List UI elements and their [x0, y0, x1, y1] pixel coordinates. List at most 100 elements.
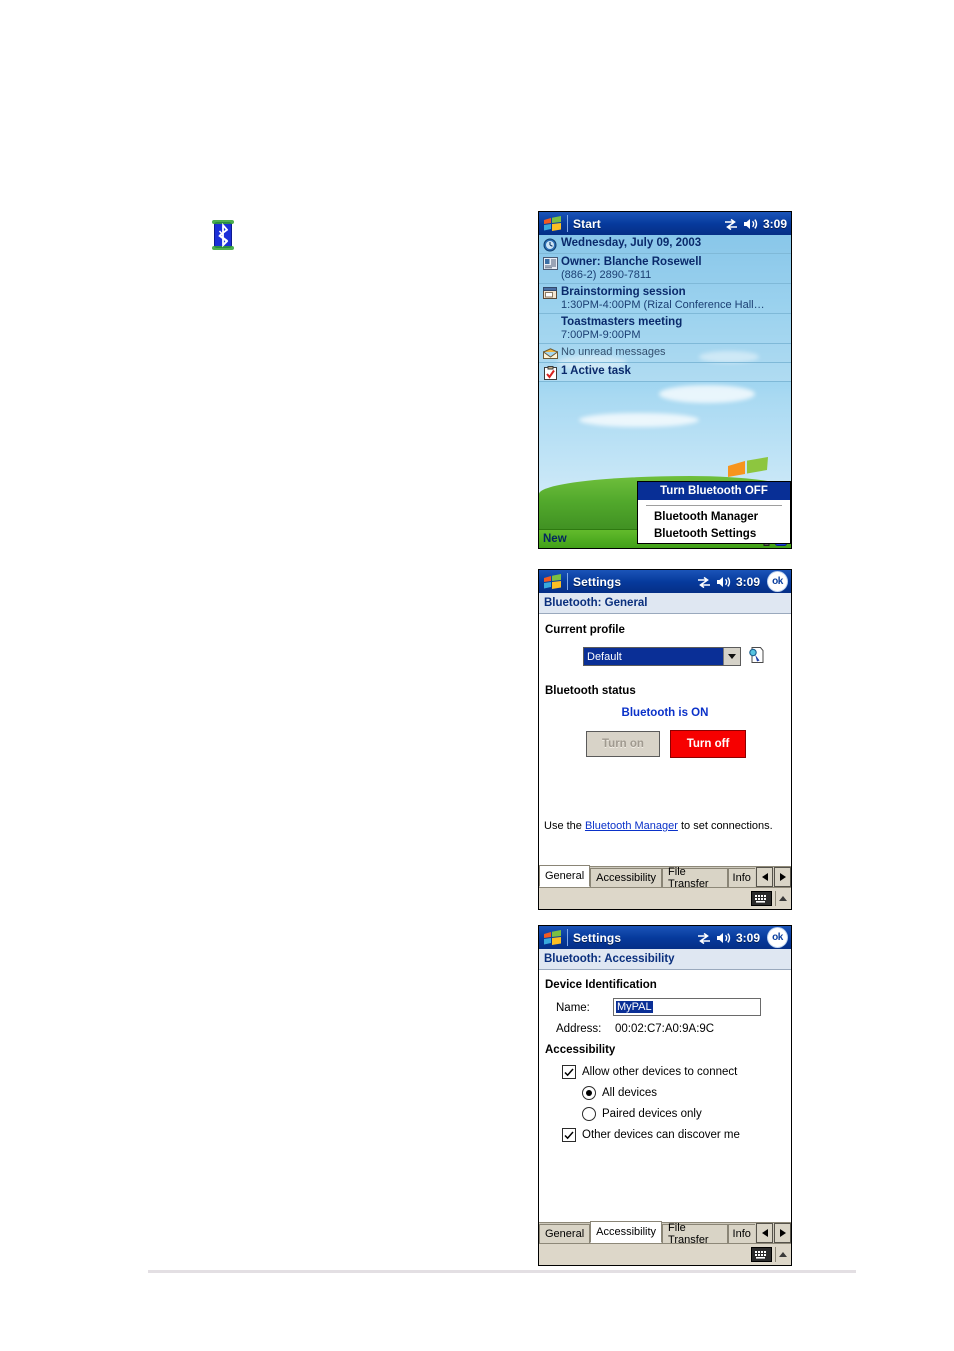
ok-button[interactable]: ok	[768, 572, 787, 591]
keyboard-icon[interactable]	[751, 1247, 772, 1262]
keyboard-icon[interactable]	[751, 891, 772, 906]
chevron-down-icon[interactable]	[723, 648, 740, 665]
owner-name: Owner: Blanche Rosewell	[561, 256, 702, 268]
titlebar-separator	[567, 215, 568, 232]
tab-info[interactable]: Info	[727, 868, 756, 887]
bluetooth-manager-link[interactable]: Bluetooth Manager	[585, 820, 678, 832]
titlebar-separator	[567, 573, 568, 590]
accessibility-tabstrip: General Accessibility File Transfer Info	[539, 1221, 791, 1246]
today-date-text: Wednesday, July 09, 2003	[561, 237, 702, 249]
today-titlebar: Start 3:09	[539, 212, 791, 235]
general-content: Current profile Default Bluetooth status…	[539, 614, 791, 866]
appointment-1-title: Brainstorming session	[561, 286, 686, 298]
device-name-input[interactable]: MyPAL	[613, 998, 761, 1016]
today-row-messages[interactable]: No unread messages	[539, 344, 791, 363]
today-row-owner[interactable]: Owner: Blanche Rosewell (886-2) 2890-781…	[539, 254, 791, 284]
today-row-appointment-1[interactable]: Brainstorming session 1:30PM-4:00PM (Riz…	[539, 284, 791, 314]
device-identification-header: Device Identification	[545, 979, 657, 991]
clock-icon	[539, 235, 561, 253]
today-row-date[interactable]: Wednesday, July 09, 2003	[539, 235, 791, 254]
ok-button[interactable]: ok	[768, 928, 787, 947]
bluetooth-context-menu: Turn Bluetooth OFF Bluetooth Manager Blu…	[637, 481, 791, 544]
tab-scroll-left-button[interactable]	[756, 867, 774, 887]
sip-up-arrow[interactable]	[775, 891, 789, 906]
radio-paired-devices[interactable]	[582, 1107, 596, 1121]
pda-bluetooth-accessibility-screen: Settings 3:09 ok Bluetooth: Accessibilit…	[538, 925, 792, 1266]
general-tabstrip: General Accessibility File Transfer Info	[539, 865, 791, 890]
general-titlebar: Settings 3:09 ok	[539, 570, 791, 593]
radio-paired-devices-row[interactable]: Paired devices only	[582, 1107, 702, 1121]
accessibility-sip-bar	[539, 1243, 791, 1265]
connectivity-icon[interactable]	[724, 218, 738, 230]
appointment-2-title: Toastmasters meeting	[561, 316, 683, 328]
tab-file-transfer[interactable]: File Transfer	[662, 1222, 728, 1246]
tab-general[interactable]: General	[539, 865, 591, 887]
accessibility-subtitle-text: Bluetooth: Accessibility	[544, 953, 675, 965]
contact-card-icon	[539, 254, 561, 272]
today-row-tasks[interactable]: 1 Active task	[539, 363, 791, 382]
connectivity-icon[interactable]	[697, 576, 711, 588]
messages-status: No unread messages	[561, 346, 666, 358]
menu-divider	[646, 505, 782, 506]
accessibility-clock: 3:09	[735, 930, 760, 945]
accessibility-title: Settings	[573, 930, 622, 945]
start-flag-icon[interactable]	[540, 213, 566, 234]
hint-after: to set connections.	[677, 820, 773, 832]
speaker-icon[interactable]	[716, 576, 731, 588]
profile-edit-icon[interactable]	[746, 645, 766, 665]
allow-connect-checkbox[interactable]	[562, 1065, 576, 1079]
speaker-icon[interactable]	[716, 932, 731, 944]
start-flag-icon[interactable]	[540, 571, 566, 592]
today-row-appointment-2[interactable]: Toastmasters meeting 7:00PM-9:00PM	[539, 314, 791, 344]
tab-info[interactable]: Info	[727, 1224, 756, 1243]
tab-accessibility[interactable]: Accessibility	[590, 1221, 663, 1243]
new-button[interactable]: New	[539, 533, 567, 545]
today-body: Wednesday, July 09, 2003 Owner: Blanche …	[539, 235, 791, 548]
document-page: Start 3:09 Wednesday, July 09, 2003 Owne…	[0, 0, 954, 1351]
device-name-label: Name:	[556, 1002, 590, 1014]
hint-before: Use the	[544, 820, 585, 832]
general-titlebar-status: 3:09 ok	[697, 572, 791, 591]
accessibility-content: Device Identification Name: MyPAL Addres…	[539, 970, 791, 1222]
owner-phone: (886-2) 2890-7811	[561, 269, 652, 281]
device-address-value: 00:02:C7:A0:9A:9C	[615, 1023, 715, 1035]
allow-connect-row[interactable]: Allow other devices to connect	[562, 1065, 737, 1079]
radio-all-devices-row[interactable]: All devices	[582, 1086, 657, 1100]
discoverable-row[interactable]: Other devices can discover me	[562, 1128, 740, 1142]
start-flag-icon[interactable]	[540, 927, 566, 948]
general-subtitle: Bluetooth: General	[539, 593, 791, 614]
general-sip-bar	[539, 887, 791, 909]
calendar-icon	[539, 284, 561, 302]
cloud-decor	[659, 385, 755, 403]
menu-item-bluetooth-settings[interactable]: Bluetooth Settings	[638, 526, 790, 543]
radio-all-devices-label: All devices	[602, 1087, 657, 1099]
tab-file-transfer[interactable]: File Transfer	[662, 866, 728, 890]
ok-button-label: ok	[772, 575, 783, 587]
menu-item-turn-bluetooth-off[interactable]: Turn Bluetooth OFF	[638, 482, 790, 500]
turn-on-button[interactable]: Turn on	[586, 731, 660, 757]
cloud-decor	[579, 413, 699, 427]
tab-accessibility[interactable]: Accessibility	[590, 868, 663, 887]
accessibility-section-header: Accessibility	[545, 1044, 616, 1056]
tab-general[interactable]: General	[539, 1224, 591, 1243]
menu-item-bluetooth-manager[interactable]: Bluetooth Manager	[638, 509, 790, 526]
tab-scroll-right-button[interactable]	[774, 867, 791, 887]
allow-connect-label: Allow other devices to connect	[582, 1066, 738, 1078]
ok-button-label: ok	[772, 931, 783, 943]
accessibility-titlebar-status: 3:09 ok	[697, 928, 791, 947]
sip-up-arrow[interactable]	[775, 1247, 789, 1262]
envelope-icon	[539, 344, 561, 362]
radio-paired-devices-label: Paired devices only	[602, 1108, 702, 1120]
tasks-status: 1 Active task	[561, 365, 631, 377]
appointment-2-time: 7:00PM-9:00PM	[561, 329, 641, 341]
speaker-icon[interactable]	[743, 218, 758, 230]
turn-off-button[interactable]: Turn off	[670, 730, 746, 758]
discoverable-checkbox[interactable]	[562, 1128, 576, 1142]
radio-all-devices[interactable]	[582, 1086, 596, 1100]
tab-scroll-left-button[interactable]	[756, 1223, 774, 1243]
connectivity-icon[interactable]	[697, 932, 711, 944]
general-title: Settings	[573, 574, 622, 589]
tab-scroll-right-button[interactable]	[774, 1223, 791, 1243]
calendar-spacer-icon	[539, 314, 561, 332]
profile-select[interactable]: Default	[583, 647, 741, 666]
